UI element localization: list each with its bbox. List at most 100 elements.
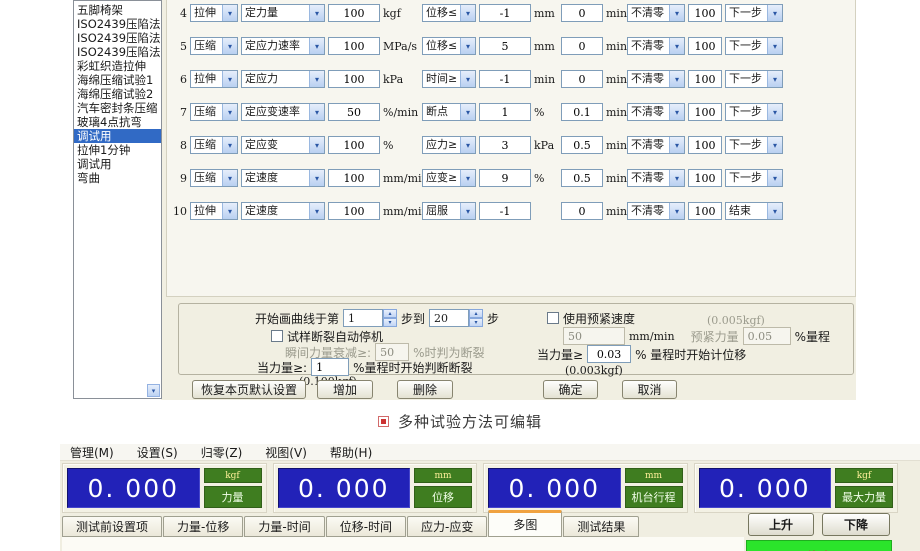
- hold-time-input[interactable]: [561, 202, 603, 220]
- condition-value-input[interactable]: [479, 70, 531, 88]
- hold-time-input[interactable]: [561, 103, 603, 121]
- zero-mode-select[interactable]: 不清零 ▾: [627, 136, 685, 154]
- hold-time-input[interactable]: [561, 37, 603, 55]
- next-speed-input[interactable]: [688, 136, 722, 154]
- preload-force-input[interactable]: [743, 327, 791, 345]
- next-speed-input[interactable]: [688, 202, 722, 220]
- cancel-button[interactable]: 取消: [622, 380, 677, 399]
- end-condition-select[interactable]: 屈服 ▾: [422, 202, 476, 220]
- condition-value-input[interactable]: [479, 4, 531, 22]
- menu-item[interactable]: 归零(Z): [199, 444, 245, 461]
- tab[interactable]: 位移-时间: [326, 516, 406, 537]
- end-condition-select[interactable]: 位移≤ ▾: [422, 4, 476, 22]
- preload-speed-input[interactable]: [563, 327, 625, 345]
- direction-select[interactable]: 压缩 ▾: [190, 37, 238, 55]
- menu-item[interactable]: 视图(V): [263, 444, 309, 461]
- break-autostop-checkbox[interactable]: [271, 330, 283, 342]
- tab[interactable]: 测试前设置项: [62, 516, 162, 537]
- condition-value-input[interactable]: [479, 202, 531, 220]
- menu-item[interactable]: 设置(S): [135, 444, 180, 461]
- zero-mode-select[interactable]: 不清零 ▾: [627, 37, 685, 55]
- method-list-item[interactable]: 拉伸1分钟: [74, 143, 161, 157]
- tab[interactable]: 力量-时间: [244, 516, 324, 537]
- next-action-select[interactable]: 下一步 ▾: [725, 169, 783, 187]
- zero-mode-select[interactable]: 不清零 ▾: [627, 70, 685, 88]
- zero-mode-select[interactable]: 不清零 ▾: [627, 169, 685, 187]
- end-condition-select[interactable]: 断点 ▾: [422, 103, 476, 121]
- target-value-input[interactable]: [328, 169, 380, 187]
- direction-select[interactable]: 压缩 ▾: [190, 169, 238, 187]
- zero-mode-select[interactable]: 不清零 ▾: [627, 202, 685, 220]
- preload-speed-checkbox[interactable]: [547, 312, 559, 324]
- restore-defaults-button[interactable]: 恢复本页默认设置: [192, 380, 306, 399]
- direction-select[interactable]: 拉伸 ▾: [190, 4, 238, 22]
- tab[interactable]: 应力-应变: [407, 516, 487, 537]
- curve-from-spinner[interactable]: ▴▾: [343, 309, 397, 327]
- control-mode-select[interactable]: 定速度 ▾: [241, 202, 325, 220]
- next-speed-input[interactable]: [688, 70, 722, 88]
- method-list-item[interactable]: 弯曲: [74, 171, 161, 185]
- jog-up-button[interactable]: 上升: [748, 513, 814, 536]
- method-list-item[interactable]: 五脚椅架: [74, 3, 161, 17]
- next-speed-input[interactable]: [688, 103, 722, 121]
- control-mode-select[interactable]: 定力量 ▾: [241, 4, 325, 22]
- direction-select[interactable]: 拉伸 ▾: [190, 202, 238, 220]
- list-scroll-down-button[interactable]: ▾: [147, 384, 160, 397]
- method-list-item[interactable]: 汽车密封条压缩: [74, 101, 161, 115]
- control-mode-select[interactable]: 定应力 ▾: [241, 70, 325, 88]
- target-value-input[interactable]: [328, 202, 380, 220]
- ok-button[interactable]: 确定: [543, 380, 598, 399]
- spin-down-icon[interactable]: ▾: [469, 318, 483, 327]
- method-list-item[interactable]: ISO2439压陷法: [74, 17, 161, 31]
- spin-up-icon[interactable]: ▴: [383, 309, 397, 318]
- target-value-input[interactable]: [328, 70, 380, 88]
- direction-select[interactable]: 压缩 ▾: [190, 136, 238, 154]
- tab[interactable]: 力量-位移: [163, 516, 243, 537]
- next-speed-input[interactable]: [688, 169, 722, 187]
- hold-time-input[interactable]: [561, 136, 603, 154]
- condition-value-input[interactable]: [479, 37, 531, 55]
- end-condition-select[interactable]: 时间≥ ▾: [422, 70, 476, 88]
- method-list-item[interactable]: 玻璃4点抗弯: [74, 115, 161, 129]
- method-list-item[interactable]: 调试用: [74, 157, 161, 171]
- next-action-select[interactable]: 下一步 ▾: [725, 4, 783, 22]
- method-list-item[interactable]: 调试用: [74, 129, 161, 143]
- method-list-item[interactable]: 彩虹织造拉伸: [74, 59, 161, 73]
- target-value-input[interactable]: [328, 103, 380, 121]
- zero-mode-select[interactable]: 不清零 ▾: [627, 103, 685, 121]
- next-action-select[interactable]: 下一步 ▾: [725, 70, 783, 88]
- end-condition-select[interactable]: 位移≤ ▾: [422, 37, 476, 55]
- next-action-select[interactable]: 下一步 ▾: [725, 103, 783, 121]
- target-value-input[interactable]: [328, 136, 380, 154]
- end-condition-select[interactable]: 应力≥ ▾: [422, 136, 476, 154]
- next-action-select[interactable]: 下一步 ▾: [725, 136, 783, 154]
- method-list-item[interactable]: 海绵压缩试验1: [74, 73, 161, 87]
- spin-up-icon[interactable]: ▴: [469, 309, 483, 318]
- next-speed-input[interactable]: [688, 37, 722, 55]
- target-value-input[interactable]: [328, 37, 380, 55]
- next-action-select[interactable]: 结束 ▾: [725, 202, 783, 220]
- stop-button[interactable]: 停止: [746, 540, 892, 551]
- curve-to-spinner[interactable]: ▴▾: [429, 309, 483, 327]
- method-list-item[interactable]: ISO2439压陷法: [74, 45, 161, 59]
- menu-item[interactable]: 帮助(H): [328, 444, 374, 461]
- end-condition-select[interactable]: 应变≥ ▾: [422, 169, 476, 187]
- condition-value-input[interactable]: [479, 103, 531, 121]
- curve-to-input[interactable]: [429, 309, 469, 327]
- curve-from-input[interactable]: [343, 309, 383, 327]
- delete-button[interactable]: 删除: [397, 380, 453, 399]
- hold-time-input[interactable]: [561, 169, 603, 187]
- control-mode-select[interactable]: 定应变 ▾: [241, 136, 325, 154]
- control-mode-select[interactable]: 定速度 ▾: [241, 169, 325, 187]
- condition-value-input[interactable]: [479, 136, 531, 154]
- condition-value-input[interactable]: [479, 169, 531, 187]
- tab[interactable]: 测试结果: [563, 516, 639, 537]
- tab[interactable]: 多图: [488, 510, 562, 537]
- jog-down-button[interactable]: 下降: [822, 513, 890, 536]
- method-list-item[interactable]: ISO2439压陷法: [74, 31, 161, 45]
- direction-select[interactable]: 压缩 ▾: [190, 103, 238, 121]
- menu-item[interactable]: 管理(M): [68, 444, 116, 461]
- add-button[interactable]: 增加: [317, 380, 373, 399]
- control-mode-select[interactable]: 定应力速率 ▾: [241, 37, 325, 55]
- direction-select[interactable]: 拉伸 ▾: [190, 70, 238, 88]
